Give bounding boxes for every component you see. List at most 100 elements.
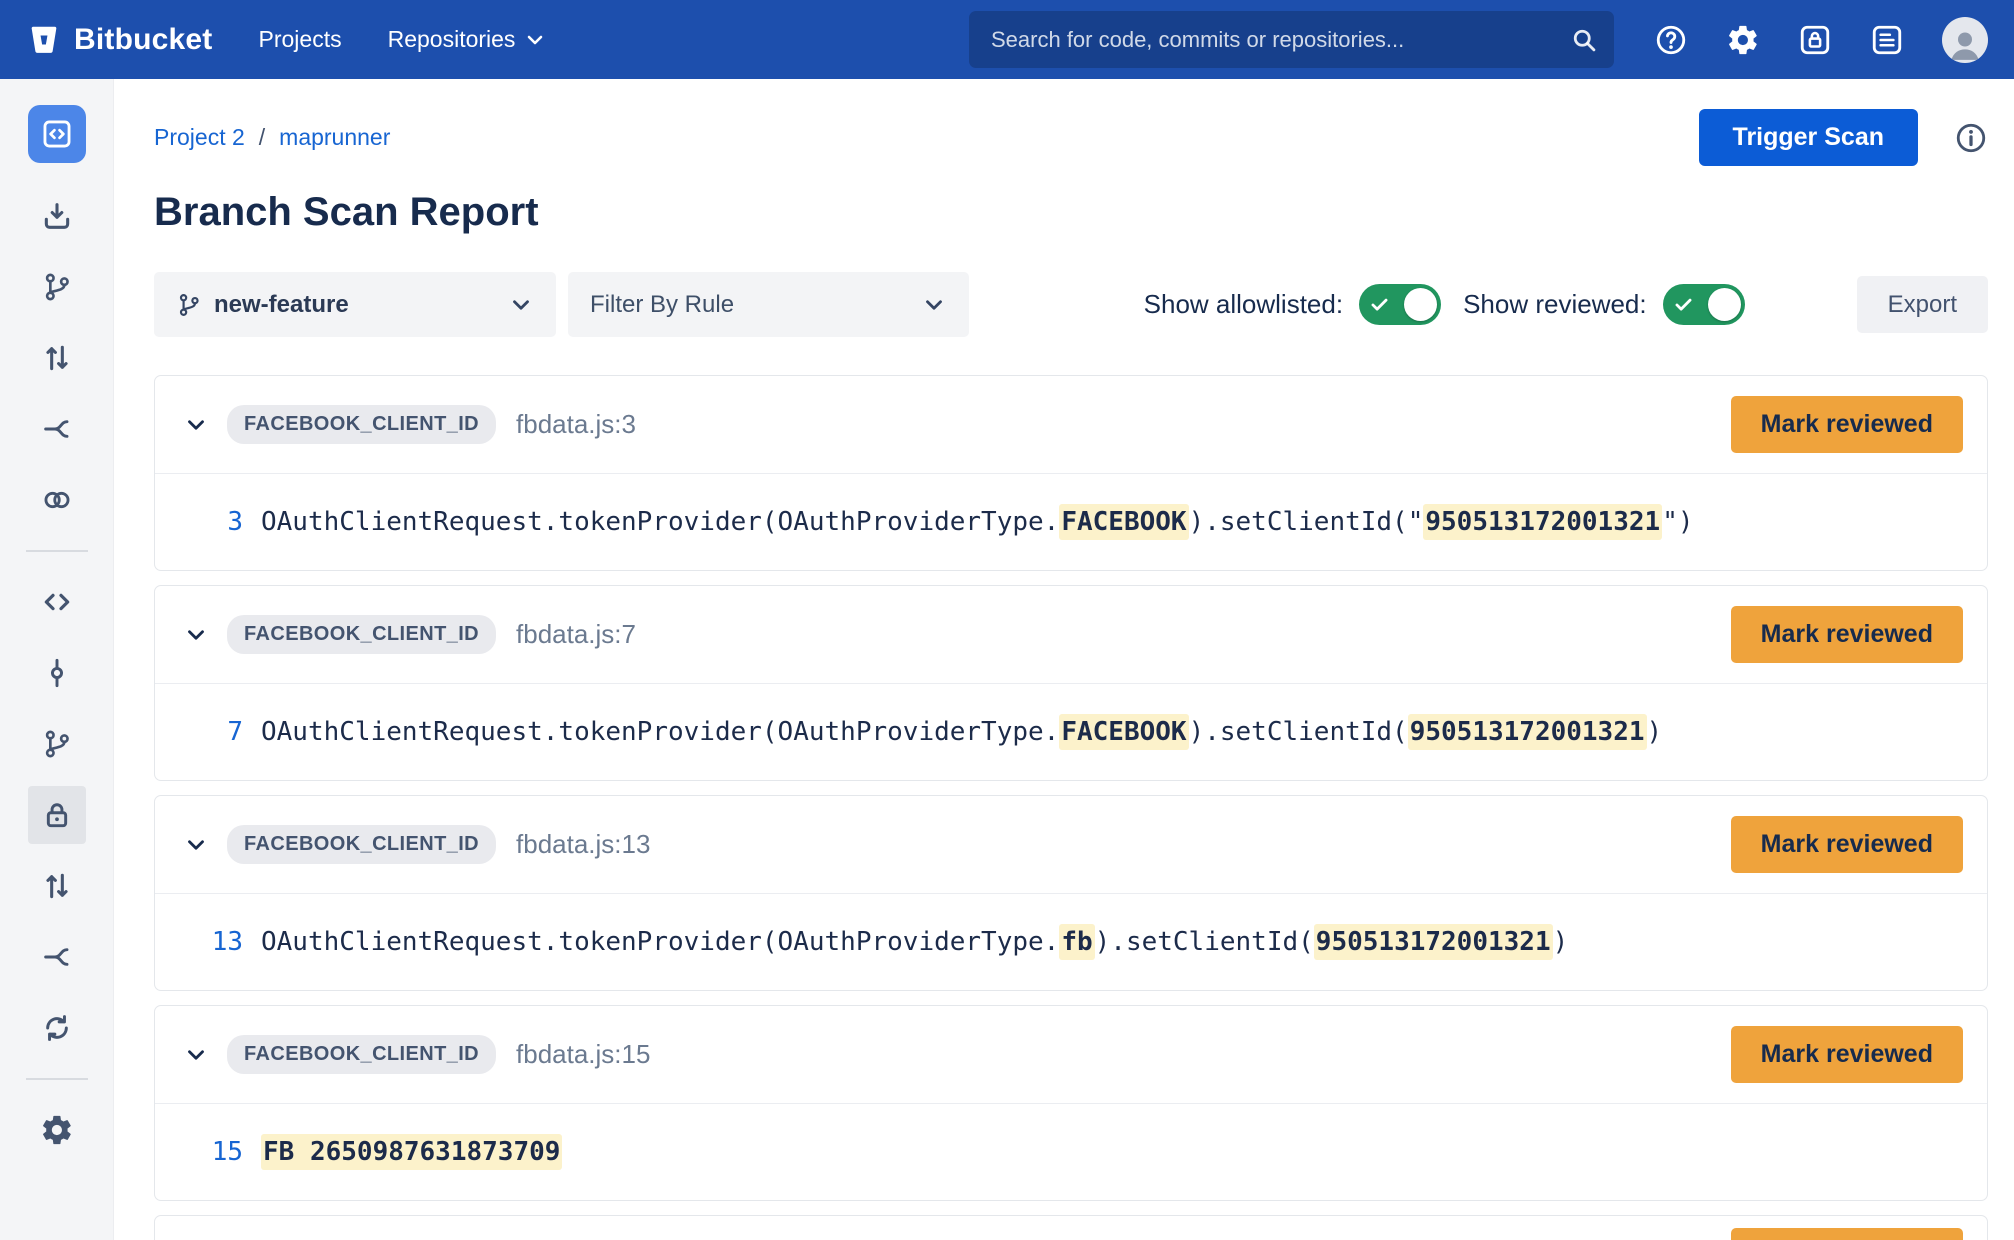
clone-icon	[41, 200, 73, 232]
code-line: FB 2650987631873709	[261, 1134, 562, 1170]
chevron-down-icon	[523, 28, 547, 52]
export-button[interactable]: Export	[1857, 276, 1988, 333]
finding-code-row: 7 OAuthClientRequest.tokenProvider(OAuth…	[155, 684, 1987, 780]
sidebar-item-clone[interactable]	[28, 187, 86, 245]
sidebar-item-branches[interactable]	[28, 258, 86, 316]
git-branch-icon	[176, 292, 202, 318]
changelog-icon[interactable]	[1870, 23, 1904, 57]
help-icon[interactable]	[1654, 23, 1688, 57]
breadcrumb-separator: /	[259, 124, 265, 151]
global-search	[969, 11, 1614, 68]
settings-gear-icon	[40, 1113, 74, 1147]
collapse-chevron-icon[interactable]	[179, 1042, 213, 1068]
trigger-scan-button[interactable]: Trigger Scan	[1699, 109, 1918, 166]
sidebar-divider	[26, 550, 88, 552]
repo-avatar[interactable]	[28, 105, 86, 163]
sidebar-item-source[interactable]	[28, 573, 86, 631]
code-line: OAuthClientRequest.tokenProvider(OAuthPr…	[261, 924, 1568, 960]
sidebar-item-forks[interactable]	[28, 400, 86, 458]
line-number: 15	[179, 1137, 243, 1167]
toggle-knob	[1404, 288, 1437, 321]
finding-card: FACEBOOK_CLIENT_ID fbdata.js:15 Mark rev…	[154, 1005, 1988, 1201]
show-allowlisted-toggle[interactable]	[1359, 284, 1441, 325]
branch-icon	[41, 728, 73, 760]
check-icon	[1369, 294, 1390, 315]
navbar-actions	[1654, 17, 1988, 63]
user-avatar[interactable]	[1942, 17, 1988, 63]
rule-badge: FACEBOOK_CLIENT_ID	[227, 615, 496, 654]
finding-card: FACEBOOK_CLIENT_ID fbdata.js:3 Mark revi…	[154, 375, 1988, 571]
rule-badge: FACEBOOK_CLIENT_ID	[227, 1035, 496, 1074]
repo-sidebar	[0, 79, 114, 1240]
nav-repositories[interactable]: Repositories	[388, 26, 548, 53]
finding-code-row: 13 OAuthClientRequest.tokenProvider(OAut…	[155, 894, 1987, 990]
show-reviewed-label: Show reviewed:	[1463, 289, 1647, 320]
finding-code-row: 15 FB 2650987631873709	[155, 1104, 1987, 1200]
line-number: 3	[179, 507, 243, 537]
search-input[interactable]	[969, 11, 1614, 68]
finding-code-row: 3 OAuthClientRequest.tokenProvider(OAuth…	[155, 474, 1987, 570]
pull-requests-icon	[41, 342, 73, 374]
mark-reviewed-button[interactable]: Mark reviewed	[1731, 816, 1963, 873]
show-reviewed-toggle[interactable]	[1663, 284, 1745, 325]
deployments-icon	[41, 484, 73, 516]
bitbucket-logo[interactable]: Bitbucket	[26, 22, 213, 58]
finding-header: FACEBOOK_CLIENT_ID fbdata.js:7 Mark revi…	[155, 586, 1987, 684]
mark-reviewed-button[interactable]: Mark reviewed	[1731, 396, 1963, 453]
sidebar-item-deployments[interactable]	[28, 471, 86, 529]
mark-reviewed-button[interactable]: Mark reviewed	[1731, 1026, 1963, 1083]
chevron-down-icon	[921, 292, 947, 318]
finding-card: FACEBOOK_CLIENT_ID fbdata.js:13 Mark rev…	[154, 795, 1988, 991]
sidebar-item-branch[interactable]	[28, 715, 86, 773]
finding-header: FACEBOOK_CLIENT_ID fbdata.js:13 Mark rev…	[155, 796, 1987, 894]
bitbucket-bucket-icon	[26, 22, 62, 58]
code-line: OAuthClientRequest.tokenProvider(OAuthPr…	[261, 504, 1694, 540]
rule-filter-value: Filter By Rule	[590, 291, 734, 319]
commits-icon	[41, 657, 73, 689]
sidebar-item-settings[interactable]	[28, 1101, 86, 1159]
sidebar-item-commits[interactable]	[28, 644, 86, 702]
security-lock-icon	[41, 799, 73, 831]
source-icon	[41, 586, 73, 618]
breadcrumb-repo-link[interactable]: maprunner	[279, 124, 390, 151]
check-icon	[1673, 294, 1694, 315]
findings-list: FACEBOOK_CLIENT_ID fbdata.js:3 Mark revi…	[154, 375, 1988, 1201]
sidebar-item-builds[interactable]	[28, 999, 86, 1057]
rule-badge: FACEBOOK_CLIENT_ID	[227, 405, 496, 444]
breadcrumb: Project 2 / maprunner	[154, 124, 390, 151]
collapse-chevron-icon[interactable]	[179, 412, 213, 438]
info-icon[interactable]	[1954, 121, 1988, 155]
mark-reviewed-button[interactable]: Mark reviewed	[1731, 1228, 1963, 1240]
builds-icon	[41, 1012, 73, 1044]
branches-icon	[41, 271, 73, 303]
chevron-down-icon	[508, 292, 534, 318]
finding-location: fbdata.js:3	[516, 409, 636, 440]
sidebar-item-security[interactable]	[28, 786, 86, 844]
mark-reviewed-button[interactable]: Mark reviewed	[1731, 606, 1963, 663]
rule-badge: FACEBOOK_CLIENT_ID	[227, 825, 496, 864]
lock-icon[interactable]	[1798, 23, 1832, 57]
finding-location: fbdata.js:13	[516, 829, 650, 860]
main-content: Project 2 / maprunner Trigger Scan Branc…	[114, 79, 2014, 1240]
page-title: Branch Scan Report	[154, 188, 1988, 236]
report-controls: new-feature Filter By Rule Show allowlis…	[154, 272, 1988, 337]
toggle-knob	[1708, 288, 1741, 321]
sidebar-divider-2	[26, 1078, 88, 1080]
finding-header: FACEBOOK_CLIENT_ID fbdata.js:15 Mark rev…	[155, 1006, 1987, 1104]
rule-filter-dropdown[interactable]: Filter By Rule	[568, 272, 969, 337]
finding-header: FACEBOOK_CLIENT_ID fbdata.js:3 Mark revi…	[155, 376, 1987, 474]
nav-projects[interactable]: Projects	[259, 26, 342, 53]
sidebar-item-pull-request[interactable]	[28, 857, 86, 915]
sidebar-item-pipeline[interactable]	[28, 928, 86, 986]
gear-icon[interactable]	[1726, 23, 1760, 57]
collapse-chevron-icon[interactable]	[179, 622, 213, 648]
sidebar-item-pull-requests[interactable]	[28, 329, 86, 387]
pipeline-icon	[41, 941, 73, 973]
collapse-chevron-icon[interactable]	[179, 832, 213, 858]
primary-nav: Projects Repositories	[259, 26, 548, 53]
finding-card-partial: Mark reviewed	[154, 1215, 1988, 1240]
line-number: 7	[179, 717, 243, 747]
code-line: OAuthClientRequest.tokenProvider(OAuthPr…	[261, 714, 1662, 750]
branch-selector[interactable]: new-feature	[154, 272, 556, 337]
breadcrumb-project-link[interactable]: Project 2	[154, 124, 245, 151]
